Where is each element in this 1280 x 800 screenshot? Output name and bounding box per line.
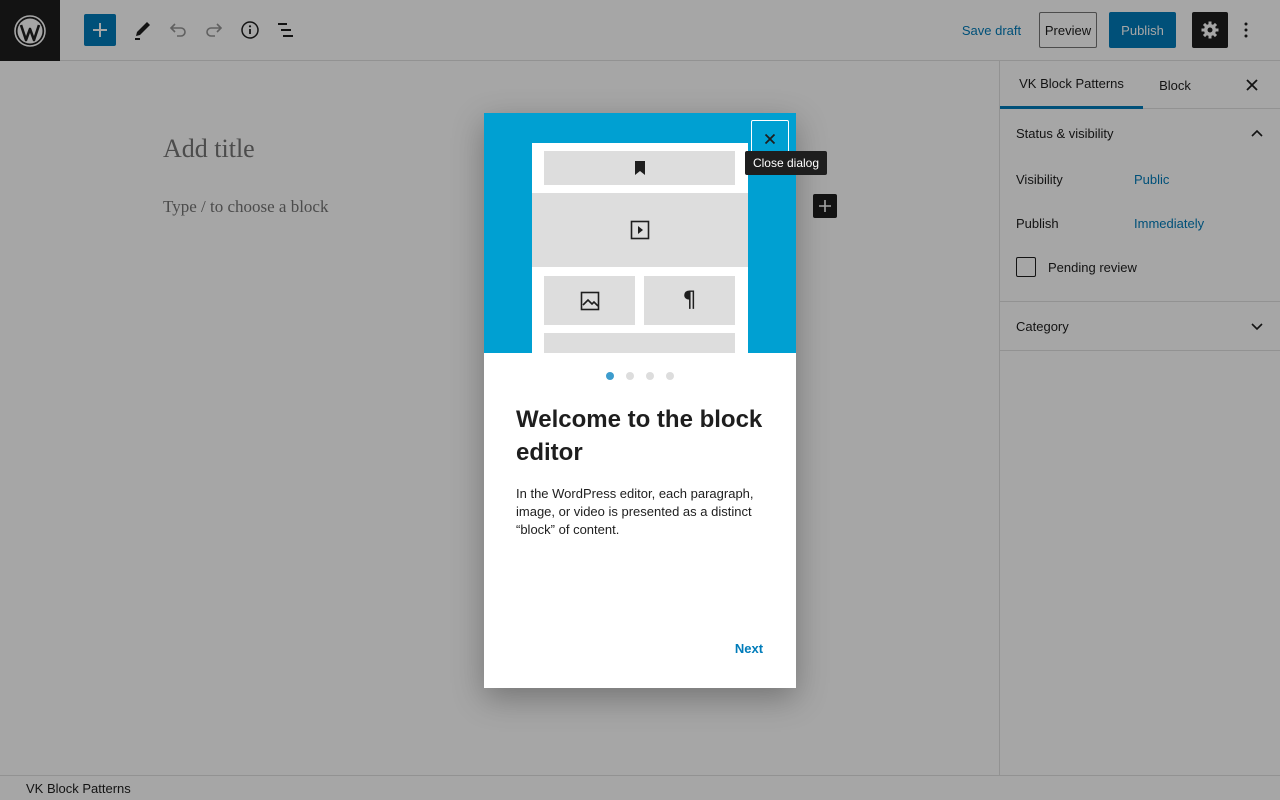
welcome-illustration: ¶ bbox=[484, 113, 796, 353]
paragraph-icon: ¶ bbox=[644, 276, 735, 325]
image-icon bbox=[580, 291, 599, 310]
close-icon bbox=[764, 133, 776, 145]
page-dot-1[interactable] bbox=[606, 372, 614, 380]
next-button[interactable]: Next bbox=[722, 637, 776, 659]
welcome-description: In the WordPress editor, each paragraph,… bbox=[516, 486, 754, 537]
illustration-image-block bbox=[544, 276, 635, 325]
bookmark-icon bbox=[634, 161, 645, 175]
page-dot-2[interactable] bbox=[626, 372, 634, 380]
page-dot-3[interactable] bbox=[646, 372, 654, 380]
video-icon bbox=[630, 220, 650, 240]
illustration-video-block bbox=[532, 193, 748, 267]
welcome-heading: Welcome to the block editor bbox=[516, 406, 763, 466]
page-dot-4[interactable] bbox=[666, 372, 674, 380]
illustration-bottom-block bbox=[544, 333, 735, 353]
welcome-guide-modal: ¶ Welcome to the block editor In the Wor… bbox=[484, 113, 796, 688]
close-dialog-tooltip: Close dialog bbox=[745, 151, 827, 175]
illustration-card: ¶ bbox=[532, 143, 748, 353]
page-indicator bbox=[484, 372, 796, 380]
illustration-header-block bbox=[544, 151, 735, 185]
